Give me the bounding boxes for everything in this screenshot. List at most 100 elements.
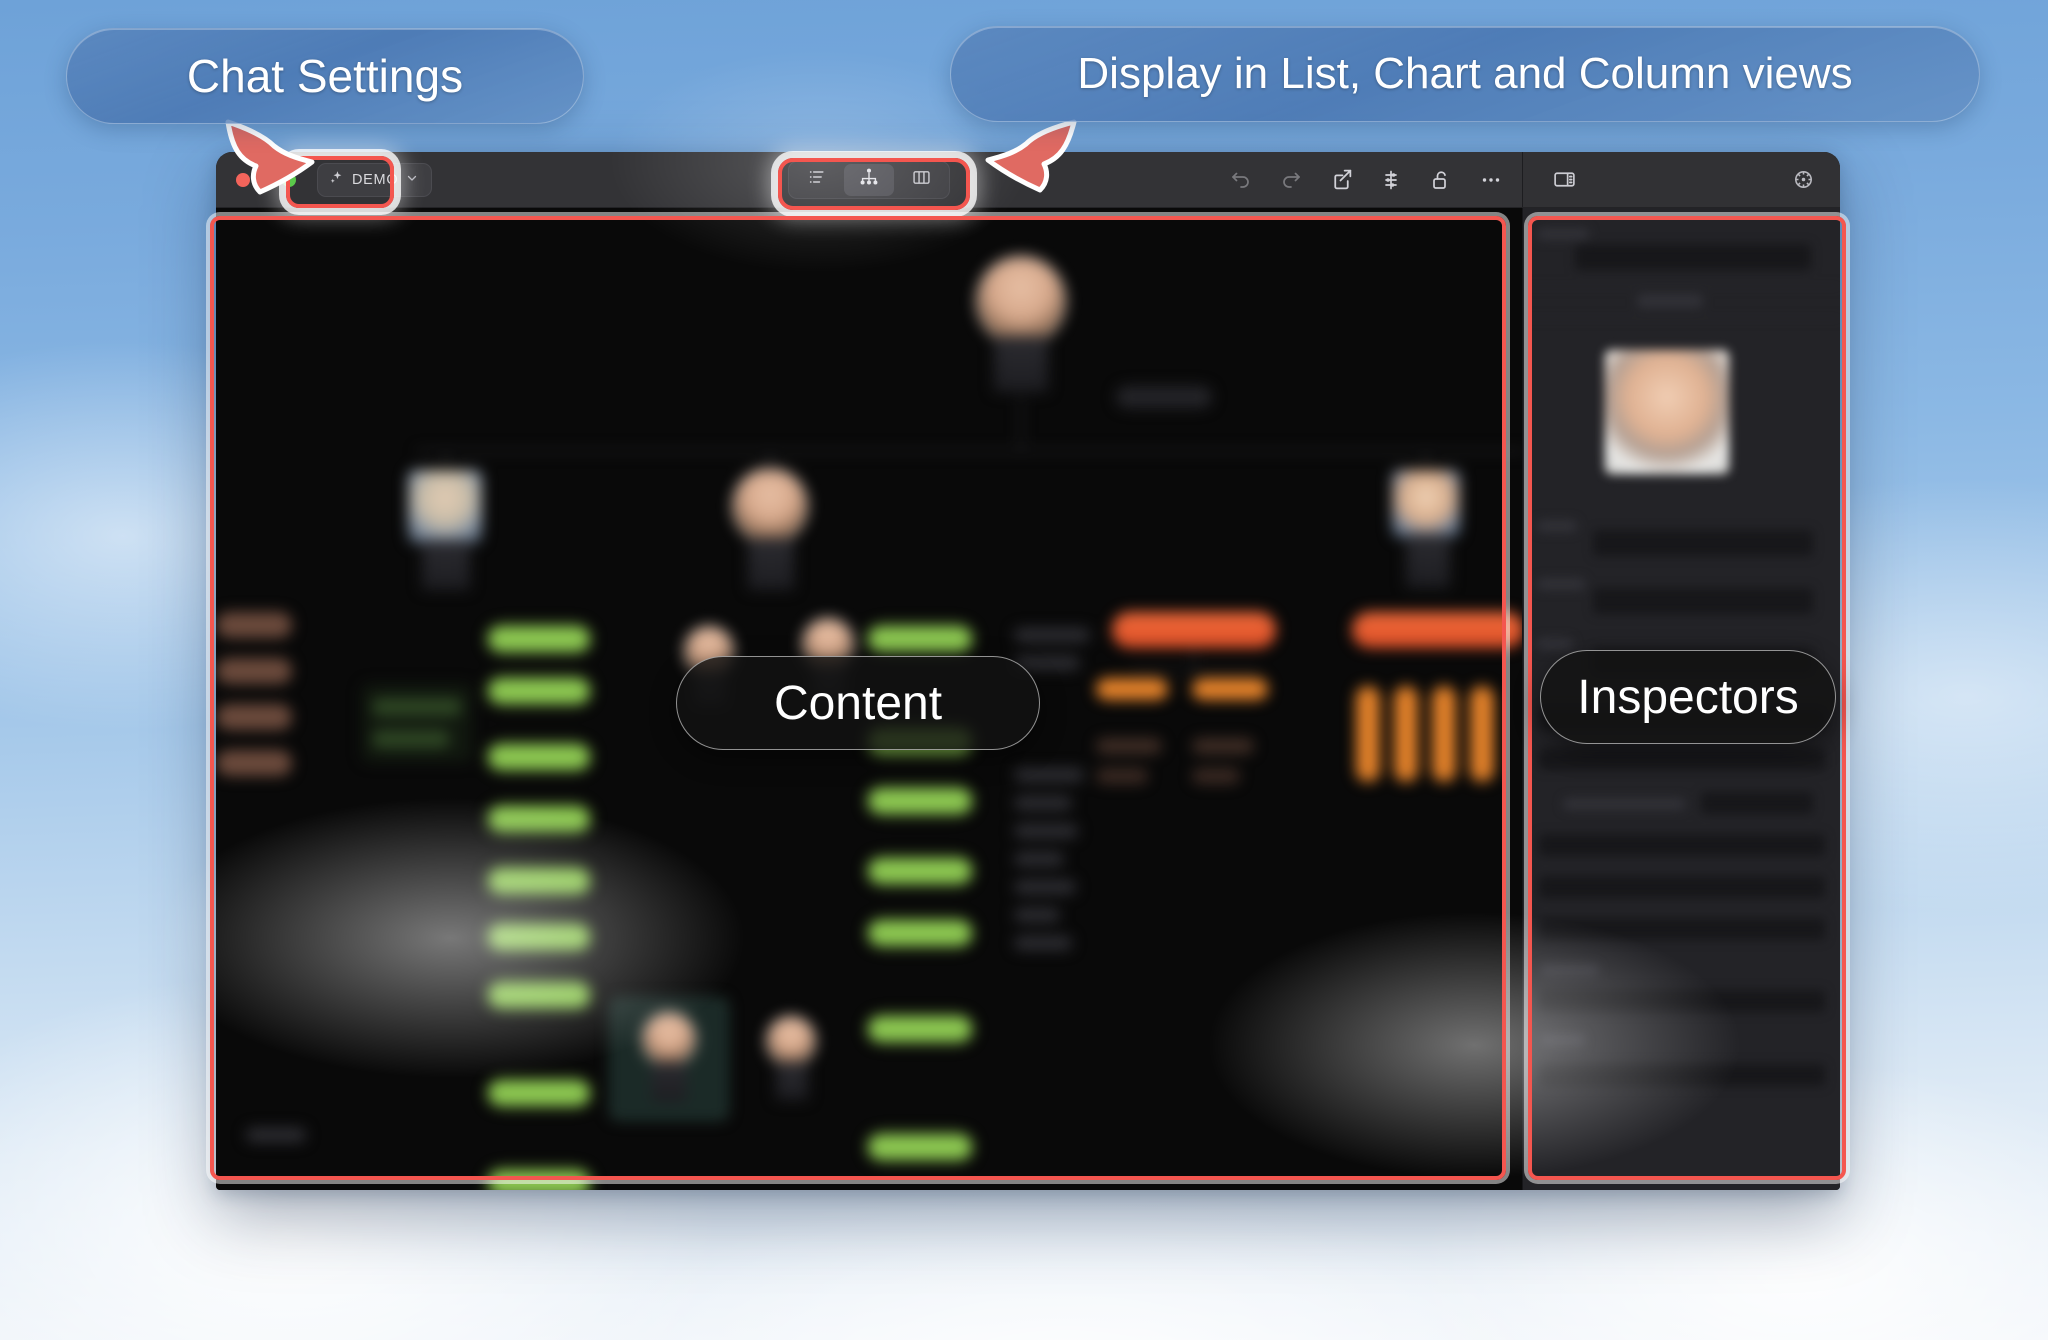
- avatar: [1392, 470, 1460, 538]
- record-bar: [372, 730, 450, 748]
- callout-inspectors: Inspectors: [1540, 650, 1836, 744]
- column-view-icon: [911, 167, 932, 193]
- gear-icon[interactable]: [1790, 167, 1816, 193]
- record-bar: [1352, 612, 1522, 648]
- redo-icon[interactable]: [1278, 167, 1304, 193]
- record-bar: [488, 744, 590, 770]
- view-segmented-control[interactable]: [788, 160, 950, 199]
- avatar: [644, 1014, 694, 1064]
- record-bar: [488, 678, 590, 704]
- record-bar: [488, 1080, 590, 1106]
- record-bar: [868, 1016, 972, 1042]
- avatar: [408, 470, 482, 544]
- node-card: [362, 684, 472, 762]
- record-bar: [868, 788, 972, 814]
- inspector-field: [1539, 1064, 1825, 1086]
- record-bar: [1192, 738, 1254, 754]
- record-bar: [372, 698, 462, 716]
- titlebar-actions: [1228, 167, 1504, 193]
- record-bar: [1096, 678, 1168, 700]
- record-bar: [868, 626, 972, 652]
- record-bar: [868, 920, 972, 946]
- inspector-field: [1539, 876, 1825, 898]
- chart-view-icon: [858, 166, 880, 193]
- callout-display-views: Display in List, Chart and Column views: [950, 26, 1980, 122]
- inspector-field-label: [1563, 798, 1685, 810]
- tab-column-view[interactable]: [896, 164, 946, 196]
- avatar: [768, 1018, 814, 1064]
- record-bar: [488, 626, 590, 652]
- person-torso: [422, 540, 470, 590]
- record-bar: [216, 658, 292, 684]
- record-bar: [1192, 678, 1268, 700]
- record-bar: [216, 750, 292, 776]
- record-bar: [868, 1134, 972, 1160]
- demo-button-label: DEMO: [352, 171, 399, 188]
- person-torso: [748, 538, 794, 590]
- inspector-field: [1539, 990, 1825, 1012]
- chevron-down-icon: [406, 172, 418, 188]
- connector-line: [1425, 450, 1427, 472]
- sparkle-icon: [329, 170, 344, 189]
- divider: [1523, 286, 1840, 287]
- record-bar: [1432, 686, 1456, 782]
- desktop-background: DEMO Chat Settings Display in List, Char…: [0, 0, 2048, 1340]
- inspector-field: [1539, 918, 1825, 940]
- record-bar: [1112, 612, 1276, 648]
- record-bar: [488, 982, 590, 1008]
- divider: [1523, 318, 1840, 319]
- annotation-arrow-chat-settings: [212, 118, 324, 208]
- text-line: [1014, 768, 1084, 782]
- ellipsis-icon[interactable]: [1478, 167, 1504, 193]
- unlock-icon[interactable]: [1428, 167, 1454, 193]
- inspector-field: [1593, 588, 1813, 614]
- record-bar: [1192, 768, 1240, 784]
- chat-settings-demo-button[interactable]: DEMO: [317, 162, 433, 197]
- inspector-field: [1575, 244, 1811, 270]
- inspector-field: [1539, 748, 1825, 770]
- record-bar: [488, 924, 590, 950]
- sidebar-right-icon[interactable]: [1551, 167, 1577, 193]
- text-line: [1014, 628, 1090, 642]
- inspector-field-label: [1537, 578, 1585, 590]
- person-torso: [776, 1062, 808, 1100]
- connector-line: [416, 450, 1522, 452]
- text-line: [1014, 880, 1076, 894]
- record-bar: [1096, 738, 1162, 754]
- inspector-field-label: [1537, 520, 1577, 532]
- person-photo[interactable]: [1605, 350, 1729, 474]
- connector-line: [445, 450, 447, 472]
- text-line: [246, 1128, 306, 1142]
- record-bar: [488, 1170, 590, 1190]
- callout-content: Content: [676, 656, 1040, 750]
- titlebar-inspector-section: [1522, 152, 1840, 207]
- text-line: [1014, 852, 1064, 866]
- callout-chat-settings: Chat Settings: [66, 28, 584, 124]
- titlebar-main-section: DEMO: [216, 152, 1522, 207]
- text-line: [1014, 824, 1078, 838]
- list-view-icon: [807, 167, 827, 192]
- person-torso: [652, 1062, 686, 1102]
- connector-line: [1131, 670, 1259, 672]
- text-line: [1014, 796, 1072, 810]
- person-torso: [994, 336, 1048, 392]
- sliders-icon[interactable]: [1378, 167, 1404, 193]
- person-torso: [1406, 534, 1450, 588]
- record-bar: [216, 704, 292, 730]
- inspector-field-label: [1541, 1034, 1585, 1046]
- connector-line: [1020, 394, 1022, 450]
- text-line: [1014, 936, 1072, 950]
- tab-chart-view[interactable]: [844, 163, 894, 196]
- tab-list-view[interactable]: [792, 164, 842, 196]
- inspector-section-title: [1637, 294, 1703, 308]
- inspector-field: [1539, 834, 1825, 856]
- record-bar: [1356, 686, 1380, 782]
- annotation-arrow-view-switcher: [978, 118, 1082, 206]
- record-bar: [488, 868, 590, 894]
- inspector-field-label: [1537, 638, 1573, 650]
- share-icon[interactable]: [1328, 167, 1354, 193]
- node-label-bar: [1116, 386, 1212, 408]
- text-line: [1014, 908, 1060, 922]
- record-bar: [1470, 686, 1494, 782]
- undo-icon[interactable]: [1228, 167, 1254, 193]
